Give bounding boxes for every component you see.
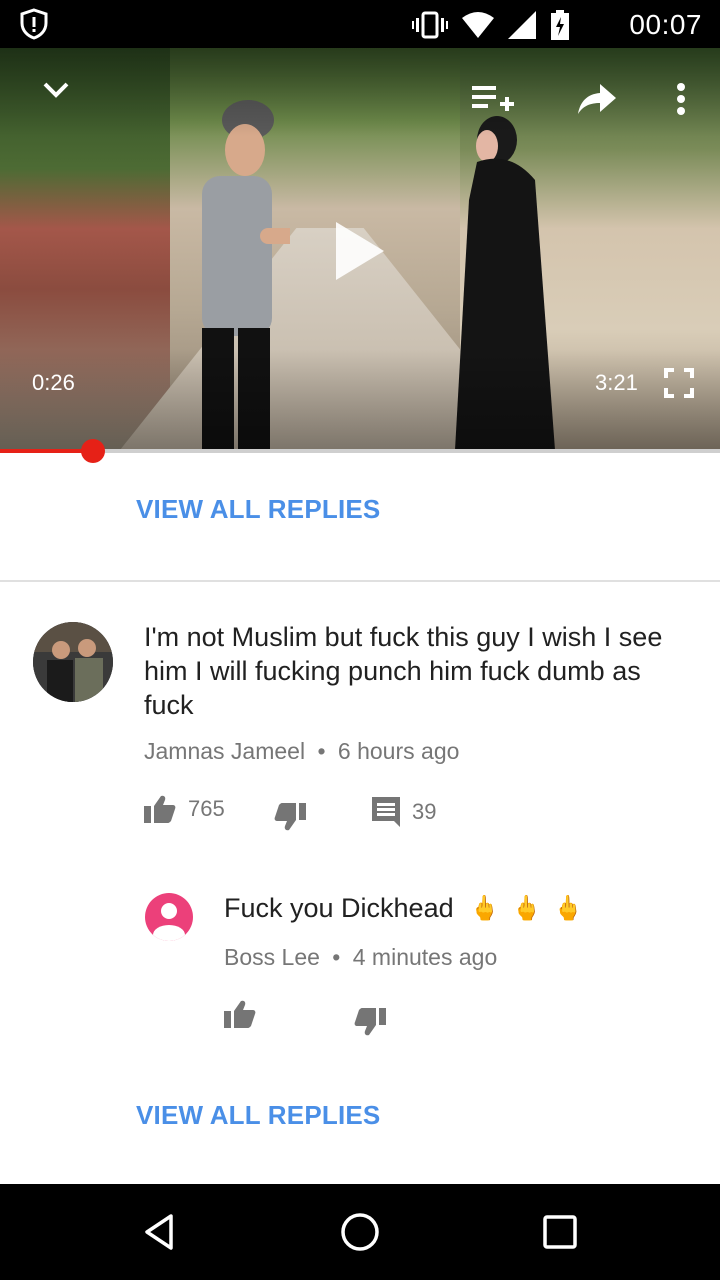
fullscreen-icon[interactable] <box>664 368 694 398</box>
recents-icon[interactable] <box>536 1208 584 1256</box>
thumbs-down-icon <box>274 803 306 831</box>
home-icon[interactable] <box>336 1208 384 1256</box>
reply-meta: Boss Lee • 4 minutes ago <box>224 944 497 971</box>
status-clock: 00:07 <box>629 9 702 40</box>
progress-scrubber[interactable] <box>80 439 105 463</box>
comment-text: I'm not Muslim but fuck this guy I wish … <box>144 622 663 720</box>
dislike-button[interactable] <box>274 803 306 831</box>
meta-separator: • <box>332 944 341 970</box>
status-bar: 00:07 <box>0 0 720 48</box>
comment-time: 6 hours ago <box>337 738 460 764</box>
thumbs-up-icon <box>144 795 176 823</box>
default-user-icon <box>153 903 185 941</box>
reply-button[interactable]: 39 <box>372 797 436 827</box>
reply-emoji-group: 🖕 🖕 🖕 <box>470 894 584 923</box>
middle-finger-emoji-icon: 🖕 <box>553 895 584 922</box>
reply-avatar[interactable] <box>145 893 193 941</box>
reply-dislike-button[interactable] <box>354 1008 386 1036</box>
reply-count: 39 <box>412 799 437 824</box>
reply-like-button[interactable] <box>224 1000 256 1028</box>
meta-separator: • <box>317 738 326 764</box>
progress-fill <box>0 449 93 453</box>
navigation-bar <box>0 1184 720 1280</box>
thumbs-down-icon <box>354 1008 386 1036</box>
middle-finger-emoji-icon: 🖕 <box>469 895 500 922</box>
comment-author[interactable]: Jamnas Jameel <box>144 738 305 764</box>
play-icon[interactable] <box>334 220 386 282</box>
battery-icon <box>551 10 569 40</box>
middle-finger-emoji-icon: 🖕 <box>511 895 542 922</box>
comment-icon <box>372 797 400 827</box>
view-all-replies-link-bottom[interactable]: VIEW ALL REPLIES <box>136 1100 380 1131</box>
reply-time: 4 minutes ago <box>352 944 498 970</box>
share-icon[interactable] <box>578 84 616 114</box>
system-icons <box>412 10 570 40</box>
progress-track[interactable] <box>0 449 720 453</box>
avatar-photo-image <box>33 622 113 702</box>
duration: 3:21 <box>595 370 638 395</box>
reply-text-row: Fuck you Dickhead 🖕 🖕 🖕 <box>224 893 583 924</box>
more-options-icon[interactable] <box>676 82 686 116</box>
thumbs-up-icon <box>224 1000 256 1028</box>
divider <box>0 580 720 582</box>
add-to-playlist-icon[interactable] <box>472 84 514 114</box>
wifi-icon <box>462 12 494 38</box>
commenter-avatar[interactable] <box>33 622 113 702</box>
like-button[interactable]: 765 <box>144 795 225 823</box>
view-all-replies-link-top[interactable]: VIEW ALL REPLIES <box>136 494 380 525</box>
current-time: 0:26 <box>32 370 75 395</box>
comment-meta: Jamnas Jameel • 6 hours ago <box>144 738 459 765</box>
like-count: 765 <box>188 796 225 821</box>
signal-icon <box>508 11 536 39</box>
back-icon[interactable] <box>137 1208 185 1256</box>
reply-text: Fuck you Dickhead <box>224 893 454 923</box>
vibrate-icon <box>412 11 448 39</box>
reply-author[interactable]: Boss Lee <box>224 944 320 970</box>
shield-alert-icon <box>20 8 48 40</box>
video-player[interactable]: 0:26 3:21 <box>0 48 720 450</box>
minimize-chevron-icon[interactable] <box>40 76 72 104</box>
